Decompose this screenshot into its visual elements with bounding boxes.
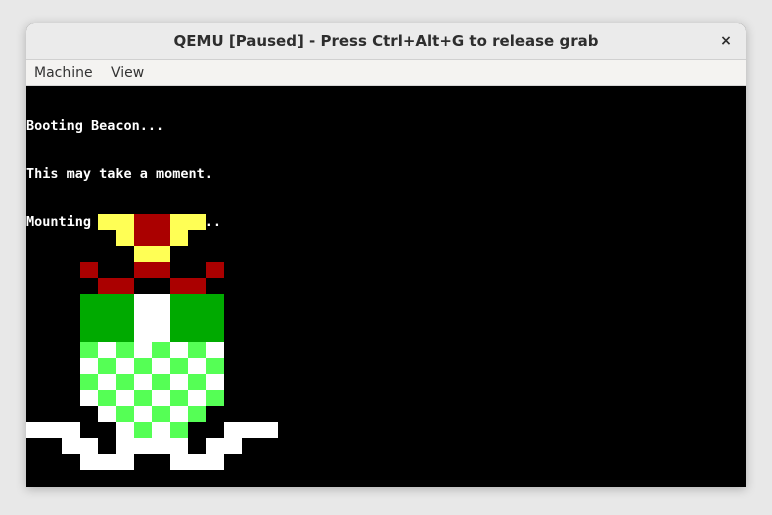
logo-pixel [152,422,170,438]
logo-pixel [206,358,224,374]
logo-pixel [188,390,206,406]
logo-pixel [116,438,134,454]
logo-pixel [170,406,188,422]
logo-pixel [206,262,224,278]
logo-pixel [80,374,98,390]
menu-view[interactable]: View [111,60,144,85]
logo-pixel [170,214,206,230]
logo-pixel [170,294,224,342]
logo-pixel [188,358,206,374]
logo-pixel [170,454,224,470]
logo-pixel [206,390,224,406]
qemu-window: QEMU [Paused] - Press Ctrl+Alt+G to rele… [26,23,746,487]
logo-pixel [170,390,188,406]
logo-pixel [134,374,152,390]
logo-pixel [152,342,170,358]
guest-display[interactable]: Booting Beacon... This may take a moment… [26,86,746,487]
logo-pixel [98,342,116,358]
logo-pixel [152,358,170,374]
logo-pixel [170,278,206,294]
logo-pixel [26,422,80,438]
logo-pixel [206,374,224,390]
logo-pixel [98,390,116,406]
logo-pixel [98,406,116,422]
logo-pixel [152,390,170,406]
logo-pixel [80,262,98,278]
logo-pixel [152,406,170,422]
logo-pixel [116,422,134,438]
logo-pixel [170,230,188,246]
logo-pixel [98,374,116,390]
logo-pixel [170,438,188,454]
logo-pixel [98,278,134,294]
logo-pixel [80,454,134,470]
logo-pixel [134,406,152,422]
logo-pixel [134,214,170,246]
logo-pixel [170,374,188,390]
logo-pixel [170,422,188,438]
logo-pixel [116,230,134,246]
logo-pixel [116,406,134,422]
logo-pixel [116,390,134,406]
logo-pixel [152,374,170,390]
logo-pixel [62,438,98,454]
menu-machine[interactable]: Machine [34,60,93,85]
logo-pixel [188,342,206,358]
logo-pixel [80,342,98,358]
logo-pixel [170,342,188,358]
window-title: QEMU [Paused] - Press Ctrl+Alt+G to rele… [173,32,599,50]
logo-pixel [188,406,206,422]
logo-pixel [80,358,98,374]
logo-pixel [80,294,134,342]
logo-pixel [116,342,134,358]
logo-pixel [134,438,170,454]
logo-pixel [134,390,152,406]
beacon-logo-art [26,214,278,470]
logo-pixel [134,294,170,342]
close-icon[interactable]: × [716,31,736,51]
logo-pixel [134,342,152,358]
logo-pixel [134,358,152,374]
logo-pixel [134,262,170,278]
logo-pixel [80,390,98,406]
logo-pixel [98,358,116,374]
logo-pixel [188,374,206,390]
logo-pixel [134,246,170,262]
title-bar[interactable]: QEMU [Paused] - Press Ctrl+Alt+G to rele… [26,23,746,60]
logo-pixel [116,374,134,390]
logo-pixel [206,342,224,358]
logo-pixel [98,214,134,230]
logo-pixel [134,422,152,438]
logo-pixel [116,358,134,374]
logo-pixel [224,422,278,438]
logo-pixel [170,358,188,374]
logo-pixel [206,438,242,454]
menu-bar: Machine View [26,60,746,86]
